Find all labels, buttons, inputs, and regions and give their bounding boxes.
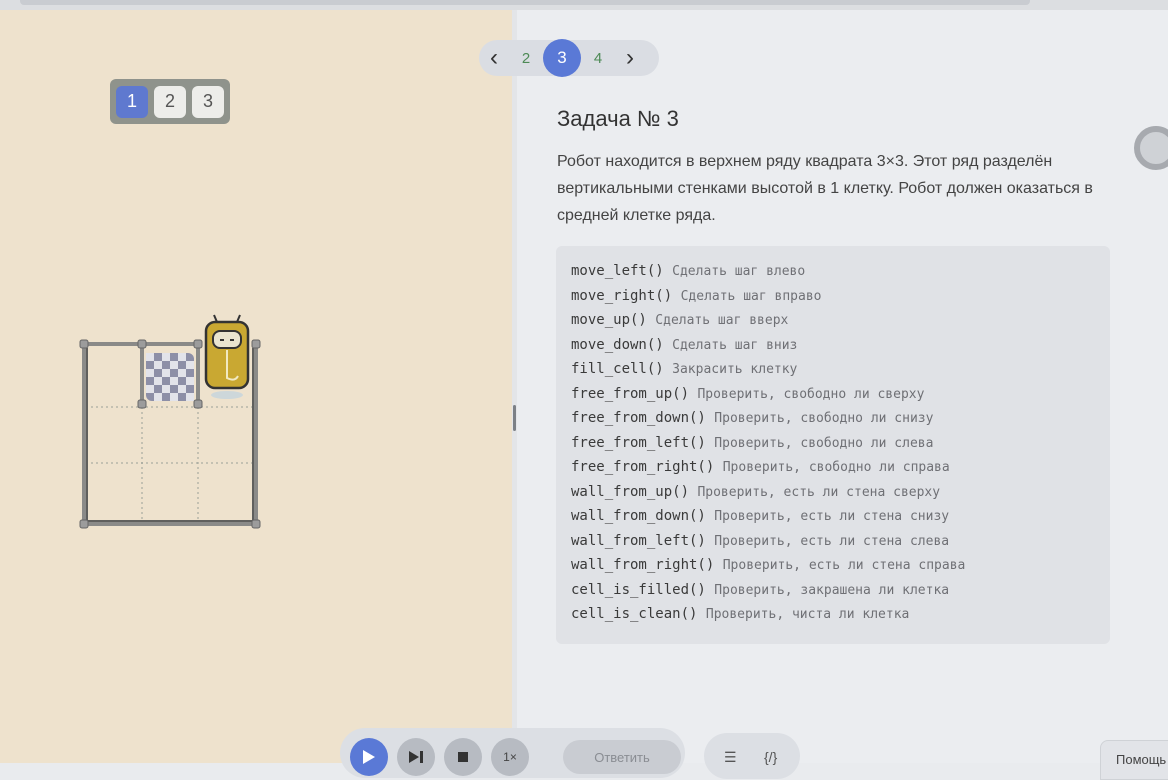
command-name: move_left()	[571, 263, 664, 279]
command-line: fill_cell() Закрасить клетку	[571, 361, 797, 377]
pager-item-4[interactable]: 4	[581, 50, 615, 67]
command-line: move_left() Сделать шаг влево	[571, 263, 805, 279]
command-name: free_from_left()	[571, 435, 706, 451]
command-description: Сделать шаг влево	[672, 264, 806, 279]
speed-label: 1×	[503, 750, 517, 764]
command-description: Сделать шаг вверх	[655, 313, 789, 328]
command-name: move_right()	[571, 288, 673, 304]
command-name: wall_from_left()	[571, 533, 706, 549]
level-tab-3[interactable]: 3	[192, 85, 224, 118]
command-line: move_down() Сделать шаг вниз	[571, 337, 797, 353]
command-description: Проверить, свободно ли сверху	[697, 387, 925, 402]
command-line: wall_from_right() Проверить, есть ли сте…	[571, 557, 965, 573]
command-line: move_right() Сделать шаг вправо	[571, 288, 821, 304]
command-name: free_from_up()	[571, 386, 690, 402]
stop-icon	[458, 752, 468, 762]
command-description: Проверить, свободно ли снизу	[714, 411, 934, 426]
command-description: Проверить, свободно ли справа	[722, 460, 950, 475]
step-forward-icon	[409, 751, 423, 763]
command-line: free_from_up() Проверить, свободно ли св…	[571, 386, 924, 402]
stop-button[interactable]	[444, 738, 482, 776]
command-name: wall_from_right()	[571, 557, 715, 573]
command-name: move_up()	[571, 312, 647, 328]
speed-button[interactable]: 1×	[491, 738, 529, 776]
command-description: Сделать шаг вниз	[672, 338, 798, 353]
help-button[interactable]: Помощь	[1100, 740, 1168, 780]
command-description: Закрасить клетку	[672, 362, 798, 377]
command-name: free_from_right()	[571, 459, 715, 475]
command-name: wall_from_up()	[571, 484, 690, 500]
answer-button[interactable]: Ответить	[563, 740, 681, 774]
level-tab-1[interactable]: 1	[116, 85, 148, 118]
command-name: fill_cell()	[571, 361, 664, 377]
command-description: Проверить, есть ли стена снизу	[714, 509, 950, 524]
chevron-right-icon[interactable]: ›	[615, 40, 645, 76]
level-tabs: 1 2 3	[110, 79, 230, 124]
command-line: free_from_right() Проверить, свободно ли…	[571, 459, 950, 475]
command-line: free_from_down() Проверить, свободно ли …	[571, 410, 933, 426]
command-name: cell_is_filled()	[571, 582, 706, 598]
command-description: Проверить, чиста ли клетка	[705, 607, 910, 622]
pager-item-3[interactable]: 3	[543, 39, 581, 77]
command-line: wall_from_left() Проверить, есть ли стен…	[571, 533, 949, 549]
command-description: Проверить, свободно ли слева	[714, 436, 934, 451]
robot-grid	[79, 314, 261, 529]
pager-item-2[interactable]: 2	[509, 50, 543, 67]
command-description: Проверить, есть ли стена слева	[714, 534, 950, 549]
task-title: Задача № 3	[557, 106, 679, 131]
command-description: Сделать шаг вправо	[680, 289, 822, 304]
robot-icon	[204, 314, 250, 399]
play-button[interactable]	[350, 738, 388, 776]
task-description: Робот находится в верхнем ряду квадрата …	[557, 153, 1093, 224]
list-icon[interactable]: ☰	[724, 749, 737, 766]
command-line: free_from_left() Проверить, свободно ли …	[571, 435, 933, 451]
view-toggle: ☰ {/}	[704, 733, 800, 779]
command-line: move_up() Сделать шаг вверх	[571, 312, 788, 328]
command-description: Проверить, закрашена ли клетка	[714, 583, 950, 598]
command-line: wall_from_down() Проверить, есть ли стен…	[571, 508, 949, 524]
command-line: wall_from_up() Проверить, есть ли стена …	[571, 484, 940, 500]
top-progress-bar	[20, 0, 1030, 5]
command-name: move_down()	[571, 337, 664, 353]
command-description: Проверить, есть ли стена сверху	[697, 485, 941, 500]
command-name: cell_is_clean()	[571, 606, 698, 622]
command-name: free_from_down()	[571, 410, 706, 426]
splitter-grip[interactable]	[513, 405, 516, 431]
commands-reference: move_left() Сделать шаг влево move_right…	[556, 246, 1110, 644]
command-description: Проверить, есть ли стена справа	[722, 558, 966, 573]
command-line: cell_is_filled() Проверить, закрашена ли…	[571, 582, 949, 598]
command-line: cell_is_clean() Проверить, чиста ли клет…	[571, 606, 909, 622]
browser-top-bar	[0, 0, 1168, 10]
chevron-left-icon[interactable]: ‹	[479, 40, 509, 76]
step-button[interactable]	[397, 738, 435, 776]
filled-cell	[146, 353, 194, 401]
task-pager: ‹ 2 3 4 ›	[479, 39, 659, 77]
level-tab-2[interactable]: 2	[154, 85, 186, 118]
run-toolbar: 1× Ответить	[340, 728, 685, 778]
command-name: wall_from_down()	[571, 508, 706, 524]
